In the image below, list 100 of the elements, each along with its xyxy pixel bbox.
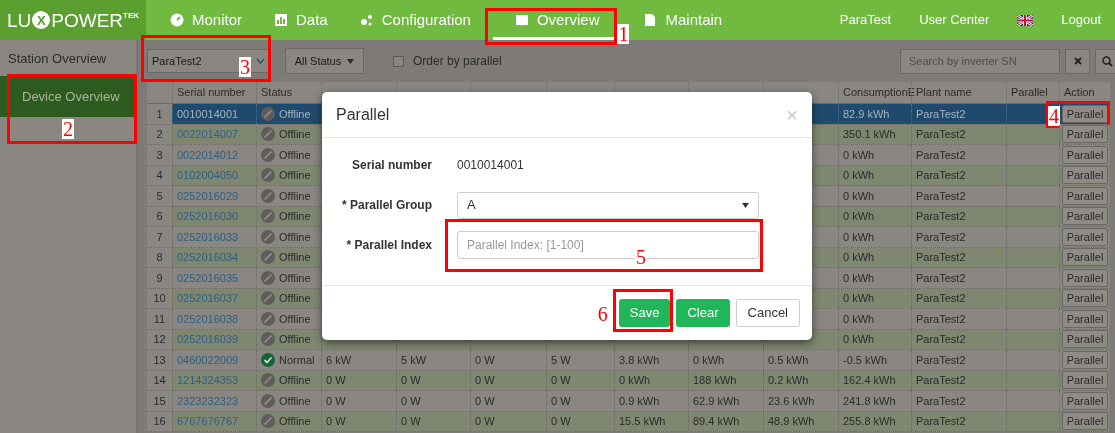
table-row[interactable]: 14 1214324353 Offline 0 W 0 W 0 W 0 W 0 kWh 188 kWh 0.2 kWh 162.4 kWh ParaTest2 Parallel: [147, 370, 1110, 391]
search-field[interactable]: Search by inverter SN: [900, 48, 1060, 74]
parallel-button[interactable]: Parallel: [1061, 371, 1109, 390]
parallel-button[interactable]: Parallel: [1061, 186, 1109, 205]
status-text: Normal: [279, 352, 315, 368]
nav-tab[interactable]: Maintain: [627, 0, 739, 40]
table-cell-text: 6 kW: [326, 352, 352, 368]
clear-button[interactable]: [1065, 48, 1090, 74]
field-label: Serial number: [350, 157, 432, 174]
sidebar-item[interactable]: Device Overview: [0, 76, 136, 117]
nav-link[interactable]: ParaTest: [839, 10, 892, 30]
table-cell-text: 0 W: [326, 414, 346, 429]
parallel-button[interactable]: Parallel: [1061, 309, 1109, 328]
group-select[interactable]: A: [457, 191, 759, 219]
parallel-button[interactable]: Parallel: [1061, 248, 1109, 267]
dialog-title: Parallel: [336, 104, 390, 125]
annotation-number: 3: [239, 57, 251, 77]
status-text: Offline: [279, 291, 311, 306]
ban-icon: [261, 106, 275, 121]
table-cell-text: 255.8 kWh: [843, 414, 896, 429]
annotation-number: 1: [617, 24, 630, 44]
parallel-button[interactable]: Parallel: [1061, 268, 1109, 287]
table-cell-text: 188 kWh: [693, 373, 737, 388]
parallel-button[interactable]: Parallel: [1061, 391, 1109, 410]
table-cell-text: 0 kWh: [843, 229, 875, 245]
primary-button[interactable]: Clear: [676, 299, 730, 327]
table-cell-text: 0.9 kWh: [619, 393, 660, 409]
sidebar-item[interactable]: Station Overview: [0, 42, 136, 76]
ban-icon: [261, 332, 275, 347]
parallel-button[interactable]: Parallel: [1061, 412, 1109, 431]
table-cell-text: ParaTest2: [916, 352, 966, 368]
table-cell-text: 0 W: [551, 393, 571, 409]
table-cell-text: 48.9 kWh: [768, 414, 815, 429]
nav-link[interactable]: User Center: [919, 10, 990, 30]
nav-tab[interactable]: Monitor: [154, 0, 259, 40]
search-button[interactable]: [1095, 48, 1115, 74]
table-cell-text: 0 kWh: [619, 373, 651, 388]
table-cell-text: ParaTest2: [916, 106, 966, 122]
table-cell-text: ParaTest2: [916, 147, 966, 163]
ban-icon: [261, 127, 275, 142]
column-header: Action: [1064, 85, 1095, 101]
logout-link[interactable]: Logout: [1061, 10, 1101, 30]
nav-tab[interactable]: Data: [258, 0, 344, 40]
status-select[interactable]: All Status: [285, 48, 364, 74]
table-cell-text: 0 W: [475, 414, 495, 429]
status-text: Offline: [279, 209, 311, 224]
parallel-button[interactable]: Parallel: [1061, 166, 1109, 185]
table-cell-text: ParaTest2: [916, 250, 966, 265]
table-cell-text: 162.4 kWh: [843, 373, 896, 388]
parallel-button[interactable]: Parallel: [1061, 207, 1109, 226]
logo-text: LU: [6, 10, 32, 30]
table-cell-text: 350.1 kWh: [843, 127, 896, 142]
primary-button[interactable]: Save: [618, 299, 671, 327]
nav-tab[interactable]: Configuration: [343, 0, 487, 40]
caret-down-icon: [347, 58, 355, 64]
parallel-button[interactable]: Parallel: [1061, 289, 1109, 308]
table-cell-text: 89.4 kWh: [693, 414, 740, 429]
checkbox[interactable]: [393, 55, 404, 67]
status-text: Offline: [279, 106, 311, 122]
table-row[interactable]: 13 0460022009 Normal 6 kW 5 kW 0 W 5 W 3.8 kWh 0 kWh 0.5 kWh -0.5 kWh ParaTest2 Parallel: [147, 350, 1110, 371]
parallel-button[interactable]: Parallel: [1061, 125, 1109, 144]
table-cell-text: 0 W: [475, 373, 495, 388]
checkbox-label: Order by parallel: [413, 53, 502, 70]
table-cell-text: ParaTest2: [916, 270, 966, 286]
cancel-button[interactable]: Cancel: [735, 299, 800, 327]
status-text: Offline: [279, 373, 311, 388]
status-text: Offline: [279, 250, 311, 265]
caret-down-icon: [742, 202, 749, 208]
table-cell-text: 0 W: [401, 393, 421, 409]
file-icon: [643, 13, 658, 27]
parallel-button[interactable]: Parallel: [1061, 104, 1109, 123]
parallel-button[interactable]: Parallel: [1061, 350, 1109, 369]
annotation-number: 4: [1048, 106, 1060, 126]
flag-icon[interactable]: [1017, 14, 1034, 26]
logo-suffix: TEK: [123, 12, 140, 20]
status-text: Offline: [279, 270, 311, 286]
table-cell-text: ParaTest2: [916, 373, 966, 388]
annotation-number: 5: [635, 247, 647, 267]
table-cell-text: 0 W: [475, 352, 495, 368]
parallel-button[interactable]: Parallel: [1061, 227, 1109, 246]
table-cell-text: 0 kWh: [843, 250, 875, 265]
parallel-button[interactable]: Parallel: [1061, 145, 1109, 164]
serial-value: 0010014001: [457, 157, 524, 174]
table-cell-text: 5 W: [551, 352, 571, 368]
table-row[interactable]: 15 2323232323 Offline 0 W 0 W 0 W 0 W 0.9 kWh 62.9 kWh 23.6 kWh 241.8 kWh ParaTest2 Parallel: [147, 391, 1110, 412]
table-cell-text: 0 kWh: [843, 188, 875, 204]
table-cell-text: 0 W: [326, 373, 346, 388]
close-icon: [1073, 57, 1082, 65]
table-cell-text: 0 kWh: [843, 168, 875, 183]
column-header: ConsumptionE: [843, 85, 916, 101]
table-cell-text: 0 W: [551, 414, 571, 429]
status-text: Offline: [279, 168, 311, 183]
table-cell-text: ParaTest2: [916, 209, 966, 224]
field-label: * Parallel Index: [345, 237, 432, 254]
table-row[interactable]: 16 6767676767 Offline 0 W 0 W 0 W 0 W 15.5 kWh 89.4 kWh 48.9 kWh 255.8 kWh ParaTest2 Parallel: [147, 411, 1110, 432]
table-cell-text: 0 kWh: [843, 311, 875, 327]
chevron-down-icon: [256, 58, 265, 64]
status-text: Offline: [279, 229, 311, 245]
parallel-button[interactable]: Parallel: [1061, 330, 1109, 349]
status-text: Offline: [279, 127, 311, 142]
